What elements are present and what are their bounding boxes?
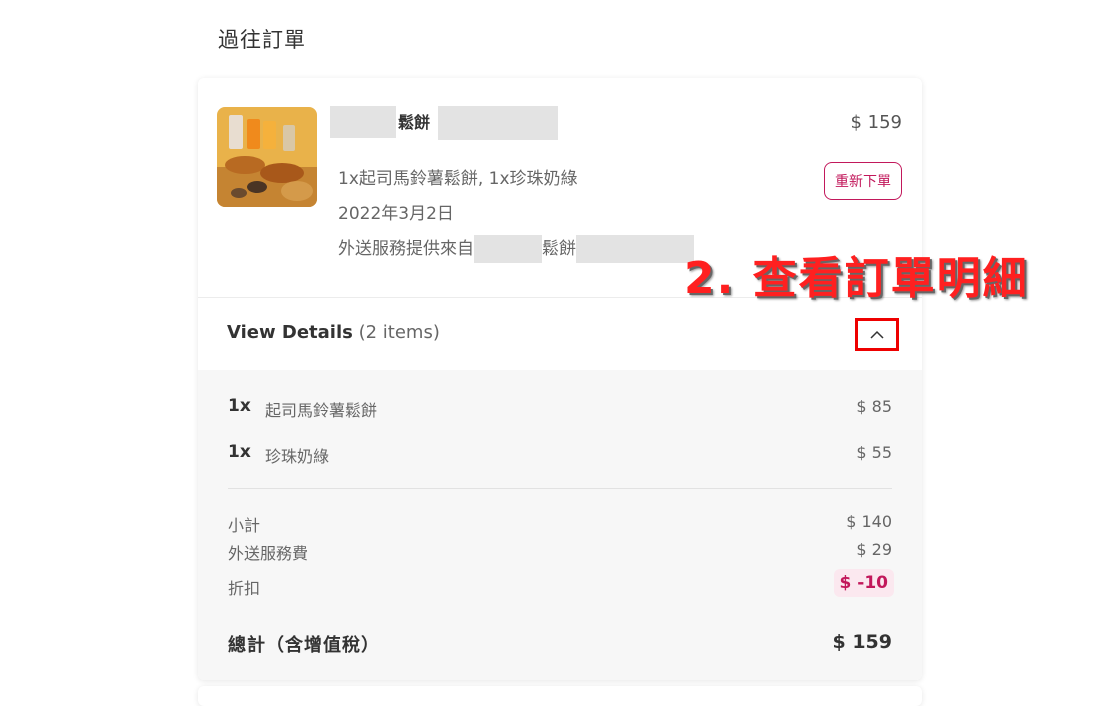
collapse-details-button[interactable]	[855, 318, 899, 351]
reorder-button[interactable]: 重新下單	[824, 162, 902, 200]
view-details-label: View Details	[227, 322, 353, 343]
subtotal-value: $ 140	[846, 512, 892, 531]
delivery-fee-row: 外送服務費 $ 29	[228, 540, 892, 563]
item-name: 起司馬鈴薯鬆餅	[265, 401, 378, 420]
delivery-info: 外送服務提供來自 鬆餅	[338, 234, 694, 263]
delivery-fee-value: $ 29	[856, 540, 892, 559]
divider	[228, 488, 892, 489]
delivery-suffix: 鬆餅	[542, 239, 576, 259]
total-row: 總計（含增值稅） $ 159	[228, 631, 892, 657]
redacted-block	[576, 235, 694, 263]
order-date: 2022年3月2日	[338, 204, 454, 224]
restaurant-name: 鬆餅	[398, 113, 431, 132]
item-price: $ 55	[856, 443, 892, 462]
delivery-prefix: 外送服務提供來自	[338, 239, 474, 259]
item-price: $ 85	[856, 397, 892, 416]
next-order-card	[198, 686, 922, 706]
list-item: 1x 珍珠奶綠 $ 55	[228, 442, 892, 466]
subtotal-row: 小計 $ 140	[228, 512, 892, 535]
order-price: $ 159	[850, 112, 902, 133]
page-title: 過往訂單	[218, 28, 306, 52]
total-value: $ 159	[832, 631, 893, 653]
discount-value: $ -10	[833, 569, 894, 597]
item-quantity: 1x	[228, 442, 251, 462]
tutorial-annotation: 2. 查看訂單明細	[684, 253, 1029, 304]
order-card: 鬆餅 $ 159 1x起司馬鈴薯鬆餅, 1x珍珠奶綠 2022年3月2日 外送服…	[198, 78, 922, 680]
order-items-summary: 1x起司馬鈴薯鬆餅, 1x珍珠奶綠	[338, 169, 578, 189]
redacted-block	[474, 235, 542, 263]
item-name: 珍珠奶綠	[265, 447, 330, 466]
total-label: 總計（含增值稅）	[228, 635, 380, 656]
view-details-count: (2 items)	[358, 322, 440, 343]
redacted-block	[438, 106, 558, 140]
delivery-fee-label: 外送服務費	[228, 544, 309, 563]
subtotal-label: 小計	[228, 516, 261, 535]
view-details-toggle[interactable]: View Details (2 items)	[227, 322, 440, 343]
item-quantity: 1x	[228, 396, 251, 416]
restaurant-thumbnail	[217, 107, 317, 207]
discount-row: 折扣 $ -10	[228, 569, 894, 598]
discount-label: 折扣	[228, 579, 261, 598]
redacted-block	[330, 106, 396, 138]
order-details-panel: 1x 起司馬鈴薯鬆餅 $ 85 1x 珍珠奶綠 $ 55 小計 $ 140 外送…	[198, 370, 922, 680]
list-item: 1x 起司馬鈴薯鬆餅 $ 85	[228, 396, 892, 420]
chevron-up-icon	[870, 330, 884, 339]
